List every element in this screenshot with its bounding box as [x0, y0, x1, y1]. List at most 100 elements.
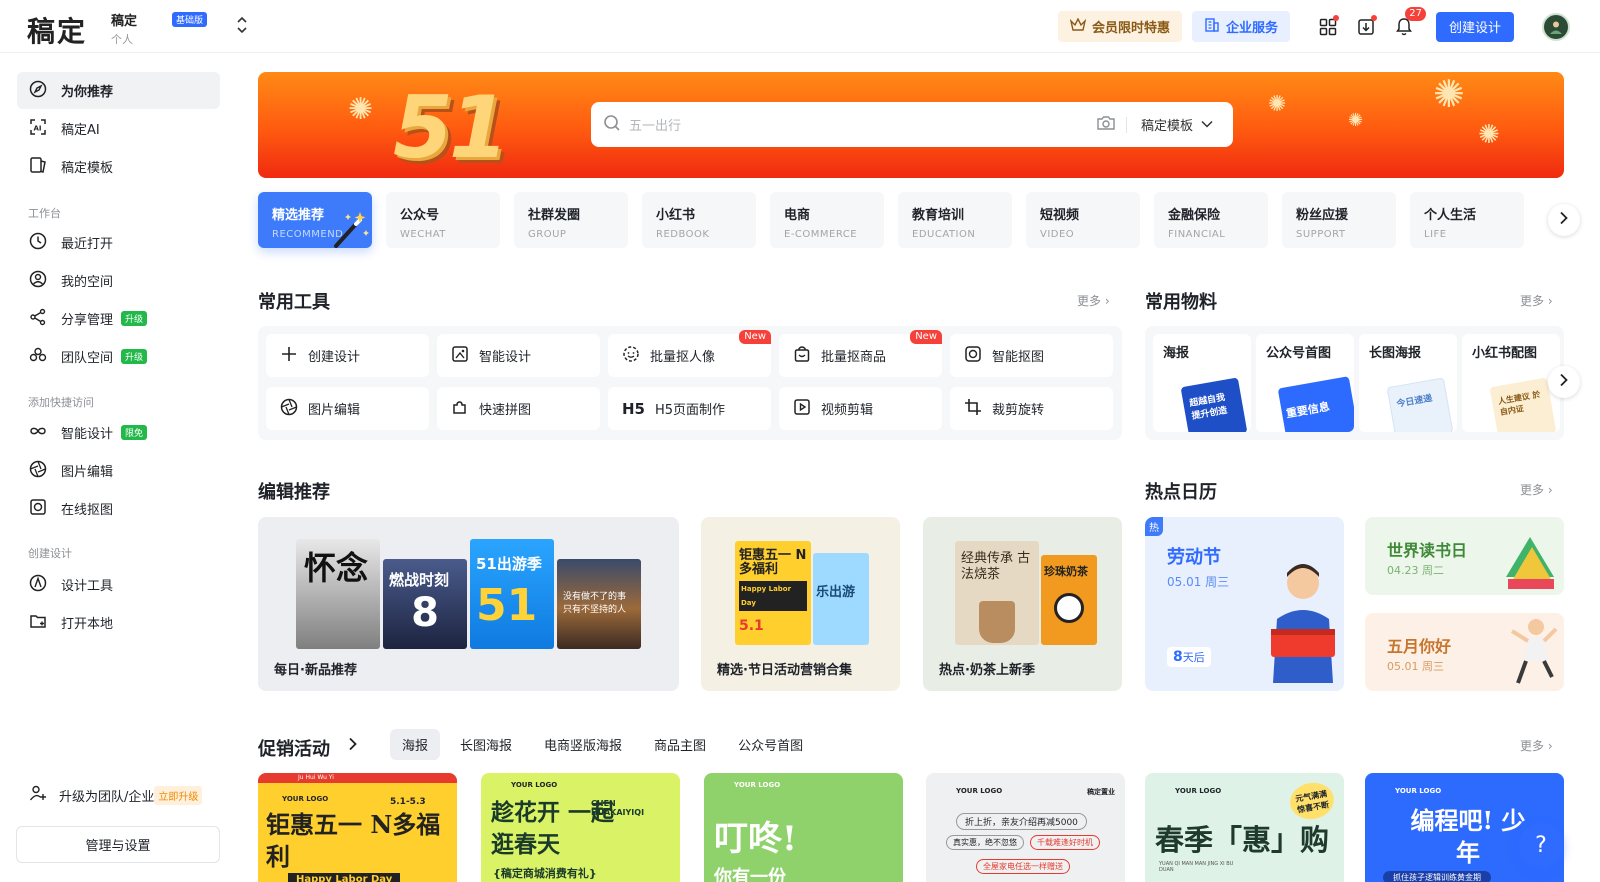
tool-batch-portrait[interactable]: 批量抠人像 New: [608, 330, 771, 377]
sidebar-item-photo-edit[interactable]: 图片编辑: [17, 452, 220, 489]
category-support[interactable]: 粉丝应援 SUPPORT: [1282, 192, 1396, 248]
face-scan-icon: [622, 345, 640, 367]
calendar-hello-may[interactable]: 五月你好 05.01 周三: [1365, 613, 1564, 691]
sidebar-item-recent[interactable]: 最近打开: [17, 224, 220, 261]
calendar-more-link[interactable]: 更多 ›: [1520, 481, 1553, 498]
books-illustration: [1502, 517, 1558, 595]
apps-grid-icon[interactable]: [1314, 13, 1342, 41]
avatar[interactable]: [1542, 12, 1570, 41]
material-poster[interactable]: 海报 超越自我 提升创造: [1153, 334, 1251, 432]
promo-card[interactable]: Ju Hui Wu Yi YOUR LOGO 5.1-5.3 钜惠五一 N多福利…: [258, 773, 457, 882]
promo-card[interactable]: YOUR LOGO 趁花开 一起逛春天 CHEN HUAKAIYIQI {稿定商…: [481, 773, 680, 882]
magic-wand-icon: [330, 210, 370, 254]
materials-more-link[interactable]: 更多 ›: [1520, 292, 1553, 309]
group-workbench: 工作台: [28, 207, 61, 220]
category-group[interactable]: 社群发圈 GROUP: [514, 192, 628, 248]
promo-tab-poster[interactable]: 海报: [390, 729, 441, 760]
tool-batch-product[interactable]: 批量抠商品 New: [779, 330, 942, 377]
tool-photo-edit[interactable]: 图片编辑: [266, 387, 429, 430]
poster-thumb: 经典传承 古法烧茶: [955, 541, 1039, 645]
ai-scan-icon: AI: [29, 118, 47, 140]
promo-card[interactable]: YOUR LOGO 稿定置业 折上折，亲友介绍再减5000 真实惠，绝不忽悠 千…: [926, 773, 1125, 882]
app-logo[interactable]: 稿定: [27, 10, 87, 50]
tool-video-edit[interactable]: 视频剪辑: [779, 387, 942, 430]
calendar-title: 热点日历: [1145, 482, 1217, 503]
category-video[interactable]: 短视频 VIDEO: [1026, 192, 1140, 248]
category-wechat[interactable]: 公众号 WECHAT: [386, 192, 500, 248]
template-search[interactable]: 五一出行 稿定模板: [591, 102, 1233, 147]
tool-smart-design[interactable]: 智能设计: [437, 334, 600, 377]
bell-icon[interactable]: 27: [1390, 6, 1426, 41]
enterprise-button[interactable]: 企业服务: [1191, 11, 1290, 42]
category-next-button[interactable]: [1548, 204, 1580, 236]
calendar-labor-day[interactable]: 热 劳动节 05.01 周三 8天后: [1145, 517, 1344, 691]
sidebar-item-open-local[interactable]: 打开本地: [17, 604, 220, 641]
category-recommend[interactable]: 精选推荐 RECOMMEND: [258, 192, 372, 248]
firework-icon: ✺: [1478, 120, 1500, 150]
sidebar-item-share[interactable]: 分享管理 升级: [17, 300, 220, 337]
category-life[interactable]: 个人生活 LIFE: [1410, 192, 1524, 248]
materials-next-button[interactable]: [1548, 366, 1580, 398]
category-ecommerce[interactable]: 电商 E-COMMERCE: [770, 192, 884, 248]
editor-card-festival[interactable]: 钜惠五一 N多福利 Happy Labor Day 5.1 乐出游 精选·节日活…: [701, 517, 900, 691]
vip-promo-button[interactable]: 会员限时特惠: [1057, 11, 1182, 42]
promo-more-link[interactable]: 更多 ›: [1520, 737, 1553, 754]
promo-tab-product[interactable]: 商品主图: [642, 729, 718, 760]
workspace-switch-icon[interactable]: [236, 14, 248, 39]
sidebar-item-team[interactable]: 团队空间 升级: [17, 338, 220, 375]
category-redbook[interactable]: 小红书 REDBOOK: [642, 192, 756, 248]
workspace-switcher[interactable]: 稿定 个人: [111, 10, 137, 47]
apps-dot: [1332, 14, 1339, 21]
tool-smart-cutout[interactable]: 智能抠图: [950, 334, 1113, 377]
upgrade-now-tag: 立即升级: [154, 785, 203, 805]
banner-51-graphic: 51: [393, 78, 509, 178]
infinity-icon: [29, 422, 47, 444]
sidebar-item-templates[interactable]: 稿定模板: [17, 148, 220, 185]
search-scope-select[interactable]: 稿定模板: [1141, 115, 1233, 134]
building-icon: [1204, 17, 1220, 37]
promo-expand-icon[interactable]: [348, 737, 358, 755]
sidebar-item-recommend[interactable]: 为你推荐: [17, 72, 220, 109]
promo-tab-ecommerce[interactable]: 电商竖版海报: [532, 729, 634, 760]
camera-icon[interactable]: [1096, 114, 1116, 136]
material-long-poster[interactable]: 长图海报 今日速递: [1359, 334, 1457, 432]
help-button[interactable]: ?: [1519, 823, 1563, 867]
category-financial[interactable]: 金融保险 FINANCIAL: [1154, 192, 1268, 248]
create-design-button[interactable]: 创建设计: [1435, 11, 1514, 42]
tool-collage[interactable]: 快速拼图: [437, 387, 600, 430]
cutout-icon: [964, 345, 982, 367]
promo-tab-wechat[interactable]: 公众号首图: [726, 729, 815, 760]
promo-tab-long-poster[interactable]: 长图海报: [448, 729, 524, 760]
material-wechat-cover[interactable]: 公众号首图 重要信息: [1256, 334, 1354, 432]
material-thumb: 今日速递: [1386, 377, 1454, 432]
material-redbook[interactable]: 小红书配图 人生建议 於自内证: [1462, 334, 1560, 432]
sidebar-item-ai[interactable]: AI 稿定AI: [17, 110, 220, 147]
promo-title: 促销活动: [258, 739, 330, 760]
editor-card-tea[interactable]: 经典传承 古法烧茶 珍珠奶茶 热点·奶茶上新季: [923, 517, 1122, 691]
poster-thumb: 51出游季 51: [470, 539, 554, 649]
aperture-icon: [280, 398, 298, 420]
search-input[interactable]: 五一出行: [629, 115, 1096, 134]
material-thumb: 重要信息: [1277, 376, 1354, 432]
promo-card[interactable]: YOUR LOGO 元气满满 惊喜不断 春季「惠」购 YUAN QI MAN M…: [1145, 773, 1344, 882]
material-thumb: 人生建议 於自内证: [1489, 377, 1557, 432]
tool-h5[interactable]: H5 H5页面制作: [608, 387, 771, 430]
calendar-book-day[interactable]: 世界读书日 04.23 周二: [1365, 517, 1564, 595]
materials-title: 常用物料: [1145, 292, 1217, 313]
sidebar-item-my-space[interactable]: 我的空间: [17, 262, 220, 299]
folder-plus-icon: [29, 612, 47, 634]
cup-mascot: [1054, 593, 1084, 623]
promo-card[interactable]: YOUR LOGO 叮咚! 你有一份: [704, 773, 903, 882]
sidebar-item-cutout[interactable]: 在线抠图: [17, 490, 220, 527]
category-education[interactable]: 教育培训 EDUCATION: [898, 192, 1012, 248]
download-icon[interactable]: [1352, 13, 1380, 41]
sidebar-item-design-tool[interactable]: 设计工具: [17, 566, 220, 603]
tools-more-link[interactable]: 更多 ›: [1077, 292, 1110, 309]
sidebar-item-smart-design[interactable]: 智能设计 限免: [17, 414, 220, 451]
upgrade-tag: 升级: [121, 349, 148, 364]
tool-create-design[interactable]: 创建设计: [266, 334, 429, 377]
upgrade-team-link[interactable]: 升级为团队/企业 立即升级: [29, 784, 203, 806]
manage-settings-button[interactable]: 管理与设置: [16, 826, 220, 863]
editor-card-daily[interactable]: 怀念 燃战时刻 8 51出游季 51 没有做不了的事 只有不坚持的人 每日·新品推荐: [258, 517, 679, 691]
tool-crop-rotate[interactable]: 裁剪旋转: [950, 387, 1113, 430]
